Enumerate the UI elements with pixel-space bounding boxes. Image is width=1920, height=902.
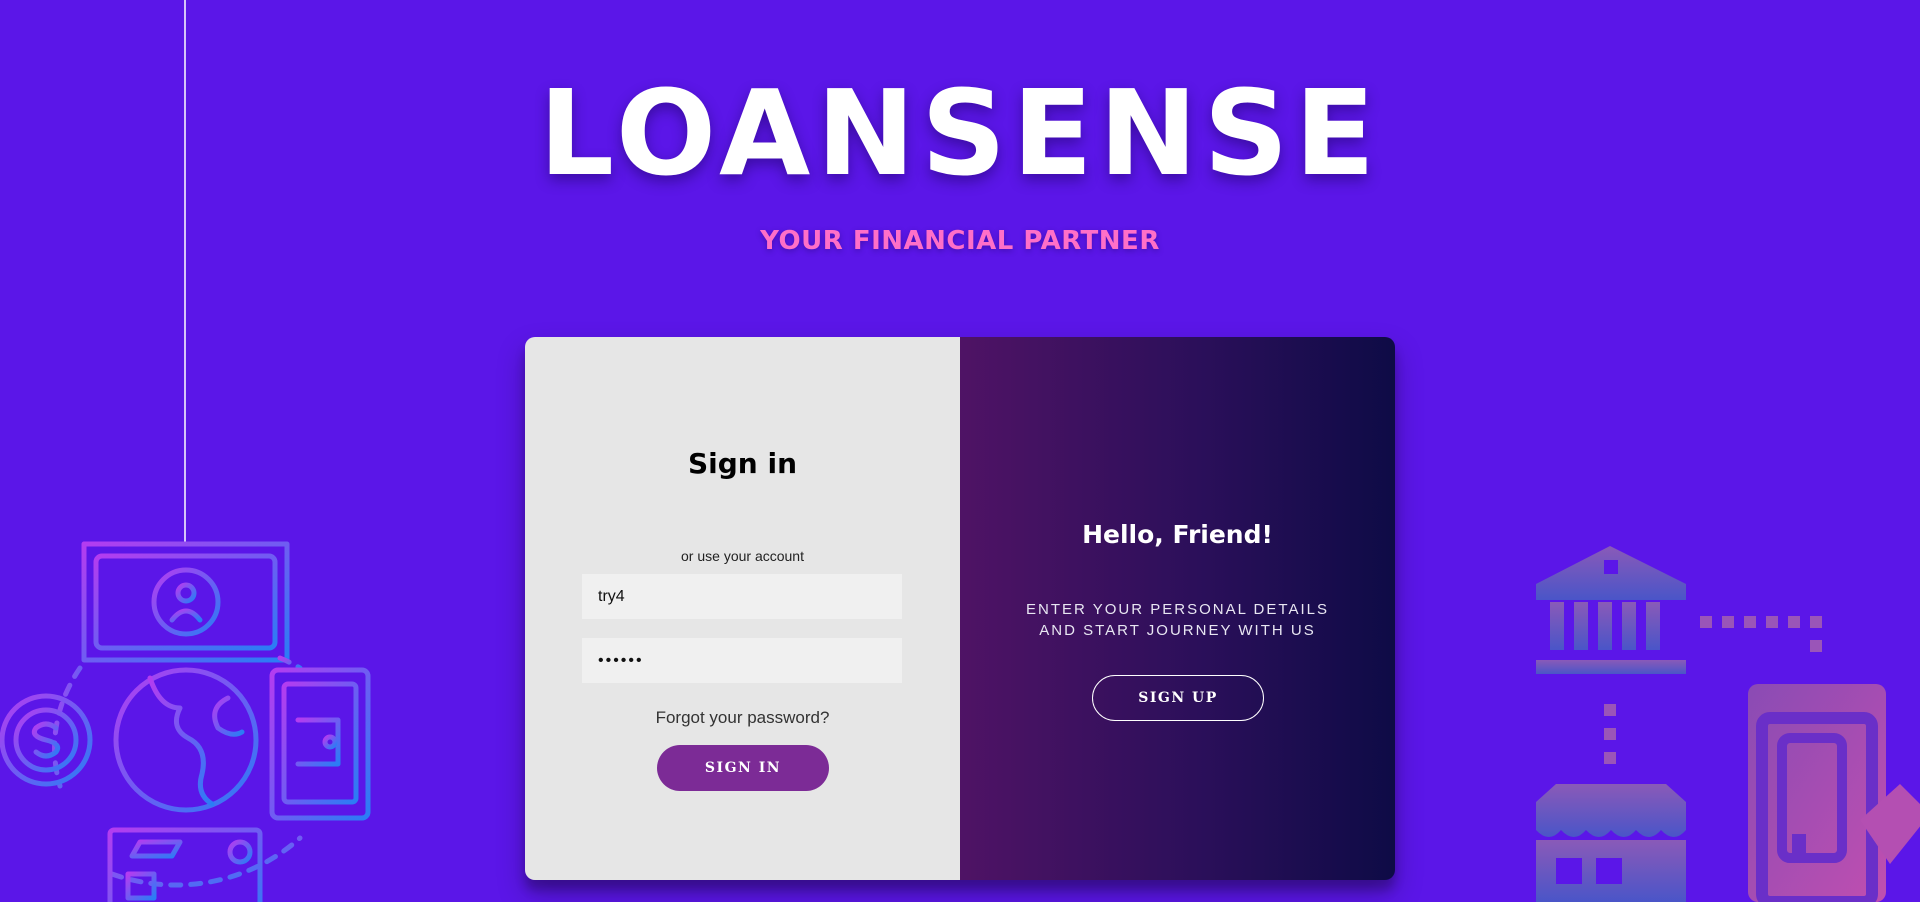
password-input[interactable] <box>582 638 902 683</box>
bank-icon <box>1536 546 1686 674</box>
auth-card: Sign in or use your account Forgot your … <box>525 337 1395 880</box>
coin-dollar-icon <box>0 693 93 787</box>
credit-card-icon <box>107 827 263 902</box>
signin-panel: Sign in or use your account Forgot your … <box>525 337 960 880</box>
store-icon <box>1536 784 1686 902</box>
welcome-title: Hello, Friend! <box>1082 520 1273 549</box>
phone-payment-icon <box>1748 684 1920 902</box>
signup-button[interactable]: SIGN UP <box>1092 675 1264 721</box>
finance-illustration-left <box>0 541 371 902</box>
banknote-icon <box>81 541 290 663</box>
finance-illustration-right <box>1536 546 1920 902</box>
signup-panel: Hello, Friend! ENTER YOUR PERSONAL DETAI… <box>960 337 1395 880</box>
forgot-password-link[interactable]: Forgot your password? <box>525 708 960 728</box>
signin-title: Sign in <box>687 447 798 480</box>
welcome-subtitle: ENTER YOUR PERSONAL DETAILS AND START JO… <box>1026 601 1329 639</box>
signin-button[interactable]: SIGN IN <box>657 745 829 791</box>
globe-icon <box>113 667 259 813</box>
username-input[interactable] <box>582 574 902 619</box>
wallet-icon <box>269 667 371 821</box>
brand-header: LOANSENSE YOUR FINANCIAL PARTNER <box>0 68 1920 256</box>
tagline: YOUR FINANCIAL PARTNER <box>760 226 1160 256</box>
account-hint: or use your account <box>681 548 804 564</box>
logo: LOANSENSE <box>538 64 1382 202</box>
